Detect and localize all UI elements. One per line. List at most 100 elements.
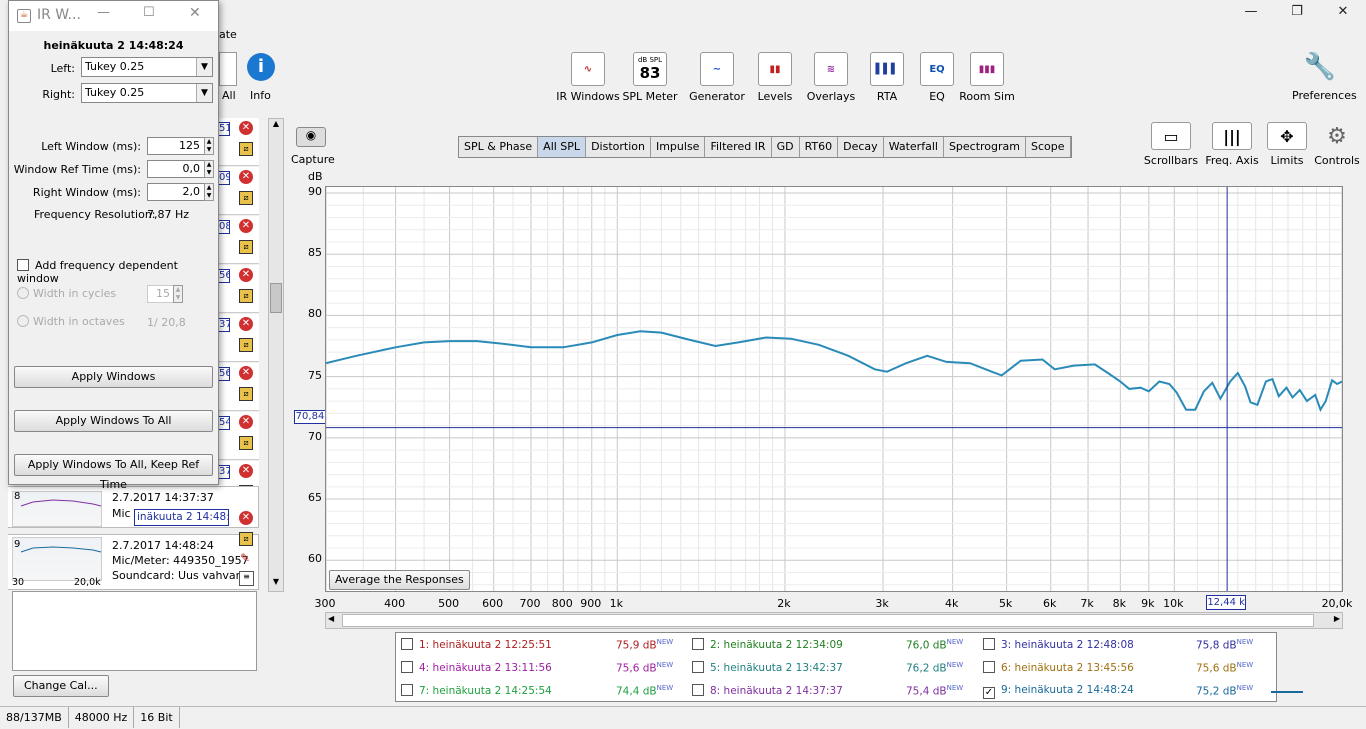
scroll-thumb[interactable] [270,283,282,313]
horizontal-scrollbar[interactable]: ◀ ▶ [325,612,1343,629]
measurement-name-tail[interactable]: 37 [218,318,230,332]
dialog-minimize-button[interactable]: — [97,5,110,20]
tab-rt60[interactable]: RT60 [800,137,839,157]
legend-item[interactable]: 4: heinäkuuta 2 13:11:56 [401,661,552,674]
right-window-type-select[interactable]: Tukey 0.25 ▼ [81,83,213,103]
width-cycles-input[interactable]: 15 [147,285,175,303]
delete-measurement-icon[interactable]: ✕ [239,511,253,525]
overlays-icon[interactable]: ≋ [814,52,848,86]
tab-spl-phase[interactable]: SPL & Phase [459,137,539,157]
measurement-name-tail[interactable]: 08 [218,220,230,234]
legend-checkbox[interactable] [401,684,413,696]
scroll-left-icon[interactable]: ◀ [328,614,334,623]
edit-measurement-icon[interactable]: ⧄ [239,436,253,450]
wrench-icon[interactable]: 🔧 [1300,52,1340,86]
scroll-up-icon[interactable]: ▲ [269,119,283,133]
gear-icon[interactable]: ⚙ [1317,122,1357,150]
measurement-name-tail[interactable]: 09 [218,171,230,185]
tab-spectrogram[interactable]: Spectrogram [944,137,1027,157]
tab-all-spl[interactable]: All SPL [538,137,587,157]
spl-meter-icon[interactable]: dB SPL 83 [633,52,667,86]
camera-icon[interactable]: ◉ [296,127,326,147]
radio-icon[interactable] [17,287,29,299]
toolbar-ir-windows[interactable]: ∿ IR Windows [553,52,623,103]
delete-measurement-icon[interactable]: ✕ [239,268,253,282]
chevron-down-icon[interactable]: ▼ [196,84,212,102]
tab-distortion[interactable]: Distortion [586,137,651,157]
tool-scrollbars[interactable]: ▭ Scrollbars [1136,122,1206,167]
legend-item[interactable]: 2: heinäkuuta 2 12:34:09 [692,638,843,651]
tab-impulse[interactable]: Impulse [651,137,706,157]
tab-scope[interactable]: Scope [1026,137,1071,157]
measurement-name-tail[interactable]: 56 [218,367,230,381]
scrollbars-icon[interactable]: ▭ [1151,122,1191,150]
minimize-button[interactable]: — [1228,0,1274,22]
left-window-ms-input[interactable]: 125 [147,137,205,155]
legend-checkbox[interactable] [401,661,413,673]
measurement-9[interactable]: 9 30 20,0k 2.7.2017 14:48:24 Mic/Meter: … [8,534,259,590]
delete-measurement-icon[interactable]: ✕ [239,170,253,184]
delete-measurement-icon[interactable]: ✕ [239,415,253,429]
legend-checkbox[interactable] [983,638,995,650]
legend-item[interactable]: 5: heinäkuuta 2 13:42:37 [692,661,843,674]
width-cycles-spinner[interactable]: ▲ ▼ [173,285,183,303]
legend-checkbox[interactable] [401,638,413,650]
info-label[interactable]: Info [250,89,271,102]
tab-decay[interactable]: Decay [838,137,884,157]
ir-windows-icon[interactable]: ∿ [571,52,605,86]
close-button[interactable]: ✕ [1320,0,1366,22]
tab-waterfall[interactable]: Waterfall [884,137,944,157]
all-label[interactable]: All [222,89,236,102]
legend-checkbox[interactable] [983,661,995,673]
notes-icon[interactable]: ≡ [239,571,254,586]
delete-measurement-icon[interactable]: ✕ [239,317,253,331]
levels-icon[interactable]: ▮▮ [758,52,792,86]
left-window-type-select[interactable]: Tukey 0.25 ▼ [81,57,213,77]
measurement-8[interactable]: 8 2.7.2017 14:37:37 Mic inäkuuta 2 14:48… [8,486,259,528]
pencil-icon[interactable]: ✎ [240,551,250,565]
apply-windows-keep-ref-button[interactable]: Apply Windows To All, Keep Ref Time [14,454,213,491]
legend-item[interactable]: 1: heinäkuuta 2 12:25:51 [401,638,552,651]
legend-item[interactable]: 3: heinäkuuta 2 12:48:08 [983,638,1134,651]
eq-icon[interactable]: EQ [920,52,954,86]
scroll-right-icon[interactable]: ▶ [1334,614,1340,623]
radio-icon[interactable] [17,315,29,327]
apply-windows-to-all-button[interactable]: Apply Windows To All [14,410,213,432]
menu-item-estimate[interactable]: ate [219,28,237,41]
preferences-label[interactable]: Preferences [1292,89,1357,102]
dialog-maximize-button[interactable]: ☐ [143,5,155,20]
edit-measurement-icon[interactable]: ⧄ [239,338,253,352]
toolbar-spl-meter[interactable]: dB SPL 83 SPL Meter [615,52,685,103]
fdw-checkbox-row[interactable]: Add frequency dependent window [17,259,218,285]
edit-measurement-icon[interactable]: ⧄ [239,240,253,254]
toolbar-room-sim[interactable]: ▮▮▮ Room Sim [952,52,1022,103]
left-window-spinner[interactable]: ▲ ▼ [204,137,214,155]
rta-icon[interactable]: ▌▌▌ [870,52,904,86]
edit-measurement-icon[interactable]: ⧄ [239,289,253,303]
legend-checkbox[interactable]: ✓ [983,687,995,699]
all-icon[interactable] [219,52,237,86]
edit-measurement-icon[interactable]: ⧄ [239,142,253,156]
delete-measurement-icon[interactable]: ✕ [239,464,253,478]
legend-item[interactable]: 7: heinäkuuta 2 14:25:54 [401,684,552,697]
capture-label[interactable]: Capture [291,153,335,166]
measurement-name-tail[interactable]: 54 [218,416,230,430]
maximize-button[interactable]: ❐ [1274,0,1320,22]
spl-graph[interactable]: Average the Responses [325,186,1343,592]
right-window-spinner[interactable]: ▲ ▼ [204,183,214,201]
tab-gd[interactable]: GD [772,137,800,157]
notes-area[interactable] [12,591,257,671]
fdw-checkbox[interactable] [17,259,29,271]
chevron-down-icon[interactable]: ▼ [196,58,212,76]
vertical-scrollbar[interactable]: ▲ ▼ [268,118,284,592]
width-octaves-radio[interactable]: Width in octaves [17,315,125,328]
freq-axis-icon[interactable]: ||| [1212,122,1252,150]
apply-windows-button[interactable]: Apply Windows [14,366,213,388]
delete-measurement-icon[interactable]: ✕ [239,366,253,380]
scroll-down-icon[interactable]: ▼ [269,577,283,591]
legend-item[interactable]: 6: heinäkuuta 2 13:45:56 [983,661,1134,674]
delete-measurement-icon[interactable]: ✕ [239,219,253,233]
h-scroll-thumb[interactable] [342,614,1314,627]
ref-time-input[interactable]: 0,0 [147,160,205,178]
right-window-ms-input[interactable]: 2,0 [147,183,205,201]
